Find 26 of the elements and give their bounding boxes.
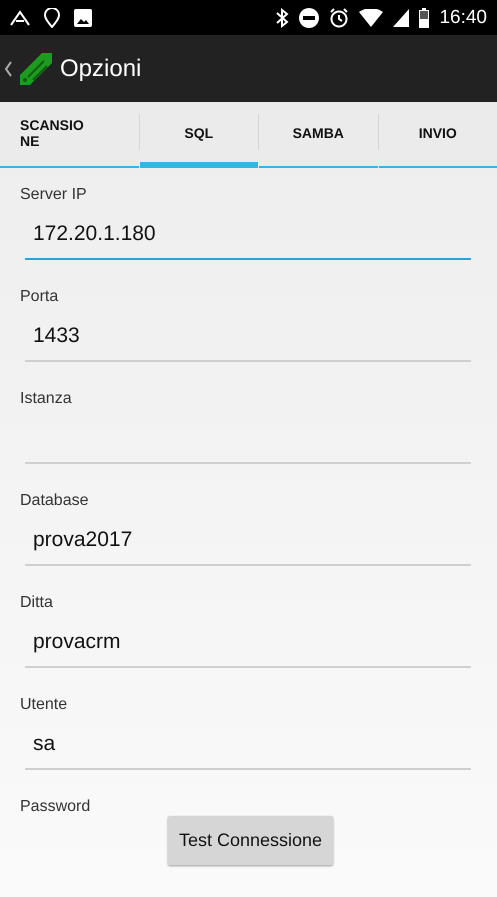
status-time: 16:40 <box>439 6 487 28</box>
test-connection-button[interactable]: Test Connessione <box>168 816 334 865</box>
field-label: Utente <box>20 696 68 714</box>
battery-icon <box>419 8 430 28</box>
back-icon[interactable] <box>4 60 12 76</box>
input-field[interactable]: 1433 <box>25 320 471 362</box>
signal-icon <box>393 8 410 26</box>
field-label: Password <box>20 798 92 816</box>
field-label: Porta <box>20 288 60 306</box>
field-label: Server IP <box>20 186 88 204</box>
input-field[interactable]: prova2017 <box>25 524 471 566</box>
image-icon <box>74 8 92 26</box>
wifi-icon <box>359 8 384 26</box>
navigation-icon <box>10 10 30 26</box>
field-label: Ditta <box>20 594 54 612</box>
bluetooth-icon <box>275 8 290 28</box>
screen-title: Opzioni <box>60 54 142 82</box>
input-field[interactable]: sa <box>25 728 471 770</box>
tag-logo-icon <box>18 50 54 86</box>
field-label: Database <box>20 492 90 510</box>
do-not-disturb-icon <box>299 8 320 28</box>
alarm-icon <box>329 8 350 28</box>
input-field[interactable]: provacrm <box>25 626 471 668</box>
field-label: Istanza <box>20 390 73 408</box>
input-field[interactable]: 172.20.1.180 <box>25 218 471 260</box>
location-pin-icon <box>44 8 60 28</box>
